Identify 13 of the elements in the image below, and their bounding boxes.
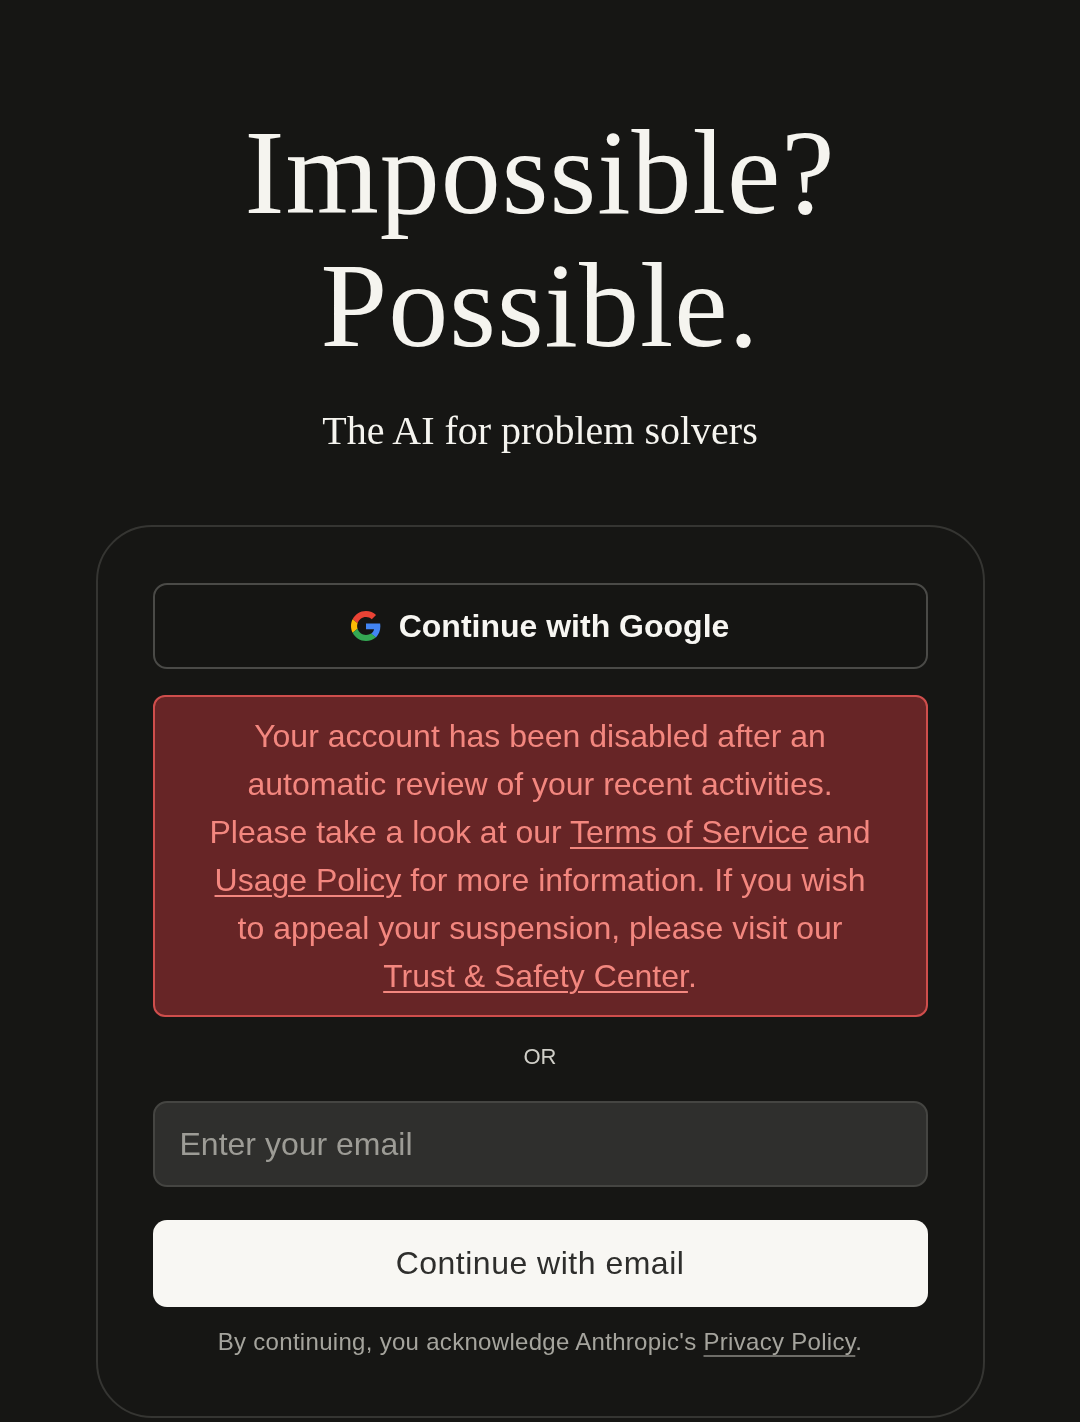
error-message: Your account has been disabled after an automatic review of your recent activities. Please take a look at our Terms of Service and Usage Policy for more information. If you wish to appeal your suspension, please visit our Trust & Safety Center. <box>208 717 872 996</box>
continue-email-button[interactable]: Continue with email <box>152 1220 928 1307</box>
divider-label: OR <box>523 1044 557 1070</box>
tagline: The AI for problem solvers <box>322 408 758 454</box>
google-sign-in-button[interactable]: Continue with Google <box>152 583 928 669</box>
privacy-notice: By continuing, you acknowledge Anthropic's Privacy Policy. <box>217 1328 863 1356</box>
headline: Impossible? Possible. <box>244 106 836 372</box>
google-g-icon <box>350 611 381 641</box>
email-input-field[interactable]: Enter your email <box>152 1101 928 1187</box>
inline-link[interactable]: Usage Policy <box>214 862 402 898</box>
inline-link[interactable]: Trust & Safety Center <box>383 958 688 994</box>
inline-link[interactable]: Terms of Service <box>570 814 809 850</box>
inline-link[interactable]: Privacy Policy <box>703 1328 856 1355</box>
